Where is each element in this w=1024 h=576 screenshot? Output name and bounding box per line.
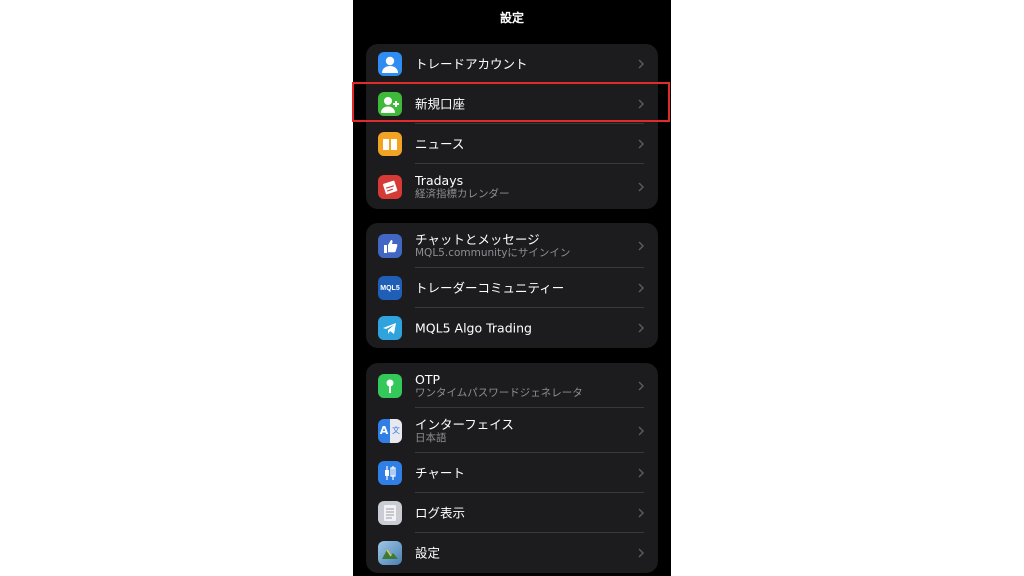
chevron-right-icon xyxy=(638,59,645,69)
menu-item-label: チャットとメッセージ xyxy=(415,231,540,247)
menu-item-interface[interactable]: A 文 インターフェイス 日本語 xyxy=(366,408,658,453)
chevron-right-icon xyxy=(638,323,645,333)
chevron-right-icon xyxy=(638,240,645,251)
menu-item-subtitle: MQL5.communityにサインイン xyxy=(415,246,571,259)
menu-item-trader-community[interactable]: MQL5 トレーダーコミュニティー xyxy=(366,268,658,308)
metatrader-icon xyxy=(378,541,402,565)
settings-group-community: チャットとメッセージ MQL5.communityにサインイン MQL5 トレー… xyxy=(366,223,658,348)
document-icon xyxy=(378,501,402,525)
chevron-right-icon xyxy=(638,181,645,192)
add-person-icon xyxy=(378,92,402,116)
menu-item-label: OTP xyxy=(415,371,441,387)
menu-item-subtitle: 日本語 xyxy=(415,431,447,444)
chevron-right-icon xyxy=(638,508,645,518)
menu-item-subtitle: ワンタイムパスワードジェネレータ xyxy=(415,386,583,399)
menu-item-label: トレーダーコミュニティー xyxy=(415,280,565,296)
menu-item-label: 設定 xyxy=(415,545,441,561)
chevron-right-icon xyxy=(638,380,645,391)
menu-item-label: Tradays xyxy=(415,172,464,188)
menu-item-label: 新規口座 xyxy=(415,96,466,112)
chevron-right-icon xyxy=(638,283,645,293)
menu-item-tradays[interactable]: Tradays 経済指標カレンダー xyxy=(366,164,658,209)
telegram-icon xyxy=(378,316,402,340)
chevron-right-icon xyxy=(638,468,645,478)
mql5-logo-icon: MQL5 xyxy=(378,276,402,300)
menu-item-label: ニュース xyxy=(415,136,465,152)
settings-screen: 設定 トレードアカウント 新規口座 ニュース Tradays 経済指標カレンダー… xyxy=(353,0,671,576)
book-icon xyxy=(378,132,402,156)
translate-icon: A 文 xyxy=(378,418,402,443)
menu-item-subtitle: 経済指標カレンダー xyxy=(415,187,510,200)
menu-item-mql5-algo-trading[interactable]: MQL5 Algo Trading xyxy=(366,308,658,348)
person-icon xyxy=(378,52,402,76)
menu-item-label: MQL5 Algo Trading xyxy=(415,320,532,336)
menu-item-label: トレードアカウント xyxy=(415,56,528,72)
settings-group-app: OTP ワンタイムパスワードジェネレータ A 文 インターフェイス 日本語 チャ… xyxy=(366,363,658,573)
menu-item-label: チャート xyxy=(415,465,465,481)
menu-item-news[interactable]: ニュース xyxy=(366,124,658,164)
translate-letter-b: 文 xyxy=(390,418,402,443)
menu-item-new-account[interactable]: 新規口座 xyxy=(366,84,658,124)
thumbs-up-icon xyxy=(378,233,402,258)
translate-letter-a: A xyxy=(379,424,389,437)
chevron-right-icon xyxy=(638,548,645,558)
menu-item-otp[interactable]: OTP ワンタイムパスワードジェネレータ xyxy=(366,363,658,408)
menu-item-settings[interactable]: 設定 xyxy=(366,533,658,573)
menu-item-label: ログ表示 xyxy=(415,505,466,521)
tradays-icon xyxy=(378,174,402,199)
chevron-right-icon xyxy=(638,425,645,436)
chevron-right-icon xyxy=(638,139,645,149)
page-title: 設定 xyxy=(499,11,524,25)
menu-item-log[interactable]: ログ表示 xyxy=(366,493,658,533)
menu-item-chart[interactable]: チャート xyxy=(366,453,658,493)
candlestick-icon xyxy=(378,461,402,485)
settings-group-account: トレードアカウント 新規口座 ニュース Tradays 経済指標カレンダー xyxy=(366,44,658,209)
mql5-logo-text: MQL5 xyxy=(380,284,400,292)
chevron-right-icon xyxy=(638,99,645,109)
menu-item-trade-account[interactable]: トレードアカウント xyxy=(366,44,658,84)
key-icon xyxy=(378,373,402,398)
menu-item-label: インターフェイス xyxy=(415,416,514,432)
menu-item-chat-messages[interactable]: チャットとメッセージ MQL5.communityにサインイン xyxy=(366,223,658,268)
